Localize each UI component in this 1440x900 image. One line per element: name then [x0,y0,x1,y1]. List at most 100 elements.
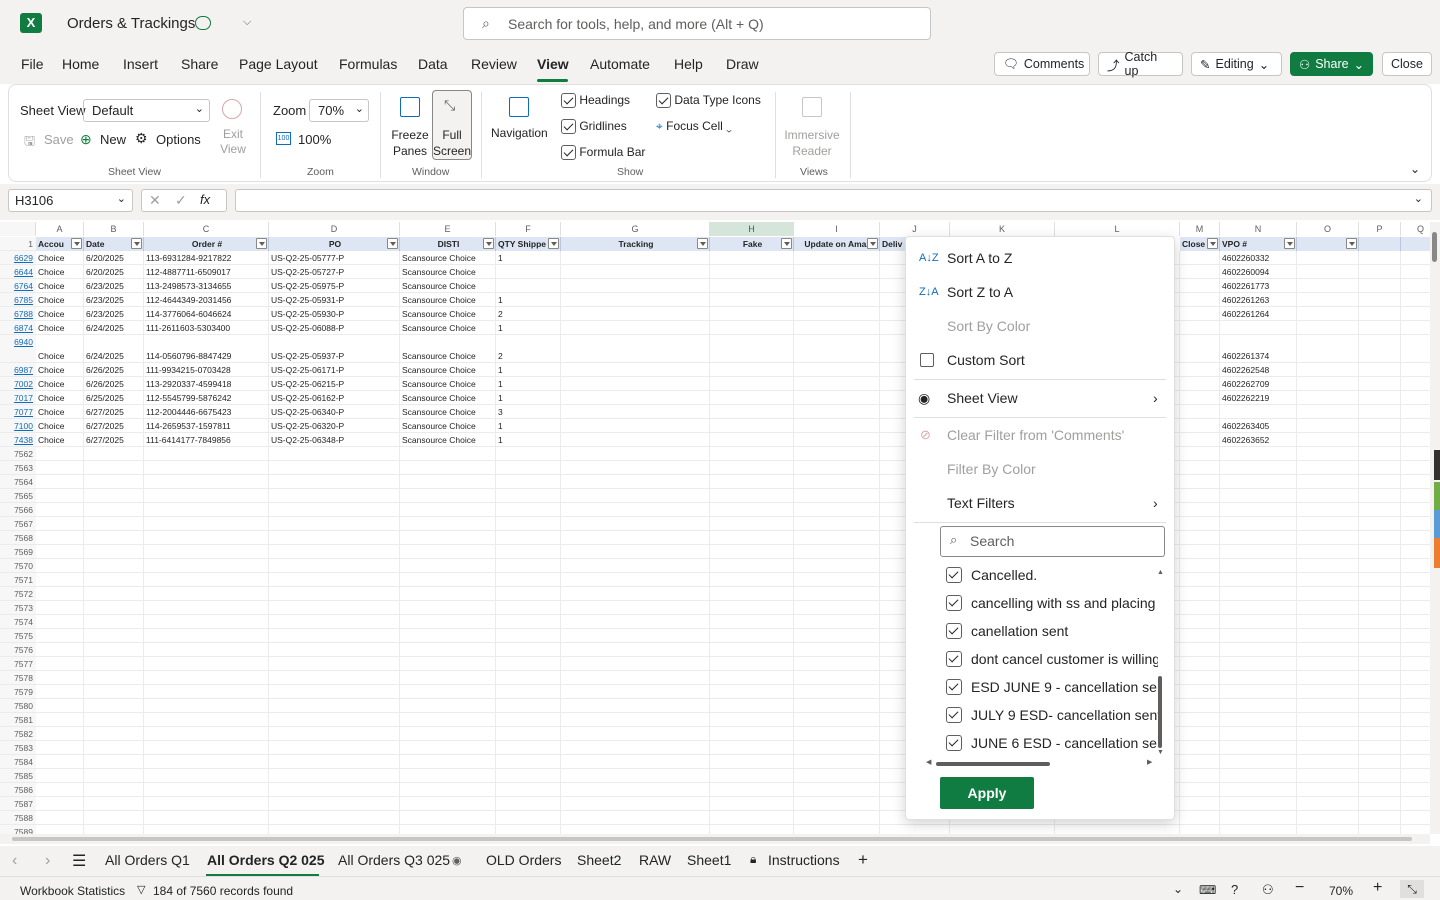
column-header[interactable]: G [561,222,710,236]
table-cell[interactable]: US-Q2-25-06171-P [269,363,400,377]
table-cell[interactable]: Scansource Choice [400,265,496,279]
scroll-thumb[interactable] [1432,232,1437,262]
add-sheet-icon[interactable]: + [858,850,868,870]
tab-raw[interactable]: RAW [639,852,671,868]
row-header[interactable]: 6764 [0,279,36,293]
menu-help[interactable]: Help [674,56,703,72]
row-header[interactable]: 7002 [0,377,36,391]
list-item[interactable]: dont cancel customer is willing [946,646,1158,672]
chevron-left-icon[interactable]: ‹ [12,852,17,870]
immersive-reader-button[interactable]: Immersive Reader [783,127,841,159]
table-cell[interactable]: Scansource Choice [400,433,496,447]
table-cell[interactable]: 4602261374 [1220,349,1297,363]
apply-button[interactable]: Apply [940,777,1034,809]
feedback-icon[interactable]: ⚇ [1262,882,1274,898]
table-header-cell[interactable]: Tracking [561,237,710,251]
select-all-corner[interactable] [0,222,36,236]
row-header[interactable]: 6874 [0,321,36,335]
row-header[interactable]: 7571 [0,573,36,587]
filter-dropdown-icon[interactable] [256,238,267,249]
excel-logo-icon[interactable]: X [20,13,42,33]
table-cell[interactable]: 113-6931284-9217822 [144,251,269,265]
table-cell[interactable]: 4602260094 [1220,265,1297,279]
freeze-panes-button[interactable]: Freeze Panes [388,127,432,159]
text-filters-submenu[interactable]: Text Filters › [906,486,1174,520]
table-cell[interactable]: 4602261773 [1220,279,1297,293]
table-cell[interactable]: US-Q2-25-05937-P [269,349,400,363]
row-header[interactable]: 7582 [0,727,36,741]
table-cell[interactable]: 114-2659537-1597811 [144,419,269,433]
table-cell[interactable]: Choice [36,321,84,335]
chevron-down-icon[interactable]: ⌵ [243,16,251,29]
row-header[interactable]: 7572 [0,587,36,601]
table-cell[interactable]: US-Q2-25-05727-P [269,265,400,279]
chevron-down-icon[interactable]: ⌄ [1414,192,1423,205]
table-header-cell[interactable]: PO [269,237,400,251]
filter-dropdown-icon[interactable] [867,238,878,249]
column-header[interactable]: Q [1401,222,1430,236]
close-button[interactable]: Close [1382,52,1432,76]
name-box[interactable]: H3106 ⌄ [8,189,133,212]
table-cell[interactable]: 2 [496,307,561,321]
table-cell[interactable]: Scansource Choice [400,279,496,293]
sheet-view-submenu[interactable]: ◉ Sheet View › [906,381,1174,415]
menu-file[interactable]: File [21,56,44,72]
zoom-level[interactable]: 70% [1329,884,1353,898]
menu-view[interactable]: View [537,56,569,72]
comments-button[interactable]: 🗨 Comments [994,52,1090,76]
table-cell[interactable]: 4602261263 [1220,293,1297,307]
data-type-icons-checkbox[interactable]: Data Type Icons [656,93,761,109]
search-box[interactable]: ⌕ Search for tools, help, and more (Alt … [463,7,931,40]
chevron-down-icon[interactable]: ⌄ [1173,882,1183,896]
table-cell[interactable]: 1 [496,391,561,405]
column-header[interactable]: E [400,222,496,236]
list-scrollbar[interactable]: ▲ ▼ [1157,569,1164,756]
row-header[interactable]: 7570 [0,559,36,573]
filter-dropdown-icon[interactable] [483,238,494,249]
row-header[interactable]: 7565 [0,489,36,503]
table-cell[interactable]: 6/24/2025 [84,321,144,335]
column-header[interactable]: C [144,222,269,236]
table-cell[interactable] [1220,321,1297,335]
table-cell[interactable]: 1 [496,433,561,447]
table-cell[interactable]: 114-3776064-6046624 [144,307,269,321]
filter-dropdown-icon[interactable] [1346,238,1357,249]
table-cell[interactable]: US-Q2-25-06162-P [269,391,400,405]
table-cell[interactable]: Scansource Choice [400,293,496,307]
table-cell[interactable]: Scansource Choice [400,419,496,433]
table-cell[interactable]: Choice [36,265,84,279]
row-header[interactable]: 7077 [0,405,36,419]
enter-icon[interactable]: ✓ [175,192,187,209]
row-header[interactable]: 6644 [0,265,36,279]
table-cell[interactable]: 111-6414177-7849856 [144,433,269,447]
clear-filter[interactable]: ⊘ Clear Filter from 'Comments' [906,418,1174,452]
filter-dropdown-icon[interactable] [548,238,559,249]
tab-all-orders-q2[interactable]: All Orders Q2 025 [207,852,325,868]
sort-by-color[interactable]: Sort By Color [906,309,1174,343]
table-cell[interactable]: 6/26/2025 [84,377,144,391]
scroll-down-icon[interactable]: ▼ [1157,749,1164,756]
table-cell[interactable]: 113-2920337-4599418 [144,377,269,391]
gridlines-checkbox[interactable]: Gridlines [561,119,627,135]
tab-sheet2[interactable]: Sheet2 [577,852,621,868]
focus-cell-button[interactable]: ⌖ Focus Cell ⌄ [656,119,732,134]
scroll-thumb[interactable] [1158,676,1162,748]
table-cell[interactable]: 4602260332 [1220,251,1297,265]
table-cell[interactable]: Choice [36,349,84,363]
row-header[interactable]: 7588 [0,811,36,825]
table-cell[interactable]: 1 [496,363,561,377]
row-header[interactable]: 6629 [0,251,36,265]
cloud-saved-icon[interactable] [195,16,211,30]
scroll-right-icon[interactable]: ▶ [1147,758,1152,766]
menu-formulas[interactable]: Formulas [339,56,397,72]
menu-review[interactable]: Review [471,56,517,72]
menu-data[interactable]: Data [418,56,448,72]
filter-dropdown-icon[interactable] [131,238,142,249]
table-cell[interactable]: Scansource Choice [400,391,496,405]
table-header-cell[interactable] [1401,237,1430,251]
row-header[interactable]: 7586 [0,783,36,797]
workbook-title[interactable]: Orders & Trackings [67,15,195,32]
table-cell[interactable]: Choice [36,391,84,405]
column-header[interactable]: H [710,222,794,236]
column-header[interactable]: O [1297,222,1359,236]
